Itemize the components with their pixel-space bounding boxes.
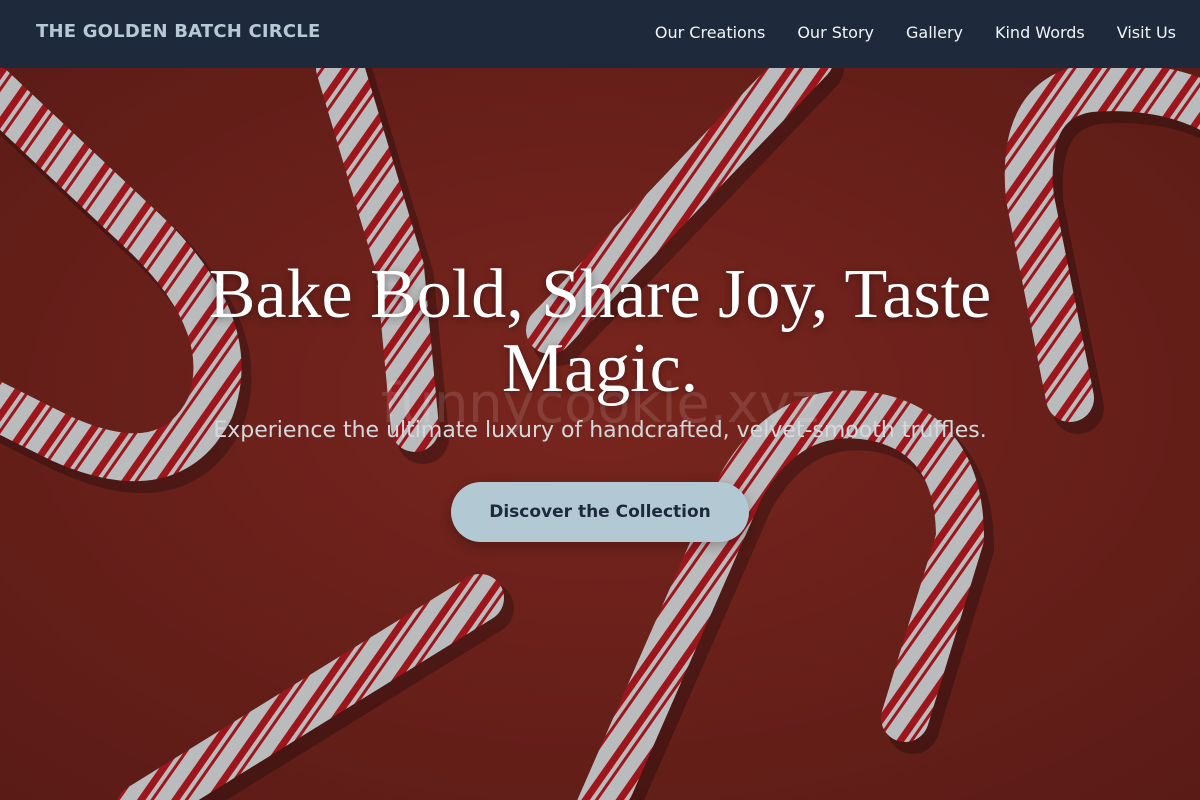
hero-subtitle: Experience the ultimate luxury of handcr… xyxy=(213,418,987,443)
discover-collection-button[interactable]: Discover the Collection xyxy=(451,482,749,542)
nav-link-our-creations[interactable]: Our Creations xyxy=(655,23,765,42)
nav-link-gallery[interactable]: Gallery xyxy=(906,23,963,42)
top-navbar: THE GOLDEN BATCH CIRCLE Our Creations Ou… xyxy=(0,0,1200,68)
brand-logo[interactable]: THE GOLDEN BATCH CIRCLE xyxy=(36,21,320,42)
nav-link-our-story[interactable]: Our Story xyxy=(797,23,874,42)
nav-links: Our Creations Our Story Gallery Kind Wor… xyxy=(655,23,1176,42)
hero-section: funnycookie.xyz Bake Bold, Share Joy, Ta… xyxy=(0,68,1200,800)
nav-link-visit-us[interactable]: Visit Us xyxy=(1117,23,1176,42)
nav-link-kind-words[interactable]: Kind Words xyxy=(995,23,1085,42)
hero-title: Bake Bold, Share Joy, Taste Magic. xyxy=(208,256,992,407)
